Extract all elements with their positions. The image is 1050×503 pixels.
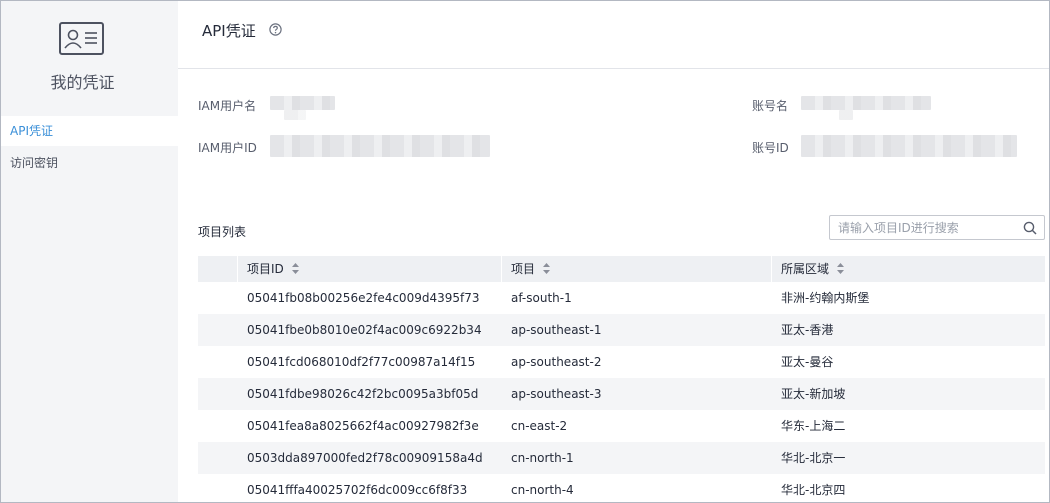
account-name-value-redacted-tail [839, 110, 853, 120]
iam-user-name-value-redacted [270, 96, 335, 110]
account-id-value-redacted [801, 135, 1017, 157]
page-header: API凭证 [178, 1, 1049, 69]
table-header: 项目ID 项目 所属区域 [198, 256, 1045, 282]
table-row: 05041fb08b00256e2fe4c009d4395f73 af-sout… [198, 282, 1045, 314]
project-name-cell: af-south-1 [511, 291, 572, 305]
project-id-cell: 05041fb08b00256e2fe4c009d4395f73 [247, 291, 480, 305]
table-row: 0503dda897000fed2f78c00909158a4d cn-nort… [198, 442, 1045, 474]
sort-icon[interactable] [837, 263, 845, 274]
column-header-label: 所属区域 [781, 262, 830, 276]
sidebar-item-api-credentials[interactable]: API凭证 [1, 116, 178, 146]
project-name-cell: cn-east-2 [511, 419, 568, 433]
project-id-cell: 05041fea8a8025662f4ac00927982f3e [247, 419, 479, 433]
sort-icon[interactable] [291, 263, 299, 274]
sort-icon[interactable] [543, 263, 551, 274]
project-search-box [829, 215, 1045, 240]
project-name-cell: cn-north-4 [511, 483, 574, 497]
region-cell: 华东-上海二 [781, 419, 846, 433]
project-id-cell: 05041fdbe98026c42f2bc0095a3bf05d [247, 387, 479, 401]
project-id-cell: 05041fbe0b8010e02f4ac009c6922b34 [247, 323, 482, 337]
project-name-cell: cn-north-1 [511, 451, 574, 465]
project-table: 项目ID 项目 所属区域 05041fb08b00256e2fe4c009d43… [198, 256, 1045, 502]
search-icon[interactable] [1023, 221, 1037, 235]
app-window: 我的凭证 API凭证 访问密钥 API凭证 IAM用户名 IAM用户ID 账号名… [0, 0, 1050, 503]
table-row: 05041fdbe98026c42f2bc0095a3bf05d ap-sout… [198, 378, 1045, 410]
region-cell: 亚太-曼谷 [781, 355, 834, 369]
column-header-label: 项目ID [247, 262, 284, 276]
sidebar: 我的凭证 API凭证 访问密钥 [1, 1, 178, 502]
project-id-cell: 05041fffa40025702f6dc009cc6f8f33 [247, 483, 468, 497]
project-search-input[interactable] [830, 216, 1018, 239]
account-id-label: 账号ID [752, 141, 789, 155]
region-cell: 亚太-新加坡 [781, 387, 846, 401]
table-row: 05041fffa40025702f6dc009cc6f8f33 cn-nort… [198, 474, 1045, 502]
region-cell: 华北-北京一 [781, 451, 846, 465]
project-id-cell: 05041fcd068010df2f77c00987a14f15 [247, 355, 476, 369]
iam-user-id-label: IAM用户ID [198, 141, 257, 155]
table-row: 05041fbe0b8010e02f4ac009c6922b34 ap-sout… [198, 314, 1045, 346]
table-header-selection-cell [198, 256, 238, 282]
column-header-project[interactable]: 项目 [502, 256, 772, 282]
table-row: 05041fcd068010df2f77c00987a14f15 ap-sout… [198, 346, 1045, 378]
table-row: 05041fea8a8025662f4ac00927982f3e cn-east… [198, 410, 1045, 442]
account-name-value-redacted [801, 96, 931, 110]
region-cell: 亚太-香港 [781, 323, 834, 337]
account-name-label: 账号名 [752, 99, 789, 113]
project-id-cell: 0503dda897000fed2f78c00909158a4d [247, 451, 483, 465]
column-header-region[interactable]: 所属区域 [772, 256, 1045, 282]
help-circle-icon[interactable] [269, 23, 282, 36]
credential-card-icon [59, 22, 104, 55]
project-name-cell: ap-southeast-3 [511, 387, 602, 401]
region-cell: 非洲-约翰内斯堡 [781, 291, 870, 305]
sidebar-title: 我的凭证 [50, 73, 115, 92]
iam-user-name-label: IAM用户名 [198, 99, 257, 113]
column-header-label: 项目 [511, 262, 536, 276]
project-list-title: 项目列表 [198, 225, 247, 239]
region-cell: 华北-北京四 [781, 483, 846, 497]
iam-user-id-value-redacted [270, 135, 490, 157]
page-title: API凭证 [202, 22, 256, 40]
project-name-cell: ap-southeast-1 [511, 323, 602, 337]
column-header-project-id[interactable]: 项目ID [238, 256, 502, 282]
project-name-cell: ap-southeast-2 [511, 355, 602, 369]
sidebar-item-access-keys[interactable]: 访问密钥 [1, 148, 178, 178]
iam-user-name-value-redacted-tail [284, 110, 306, 120]
